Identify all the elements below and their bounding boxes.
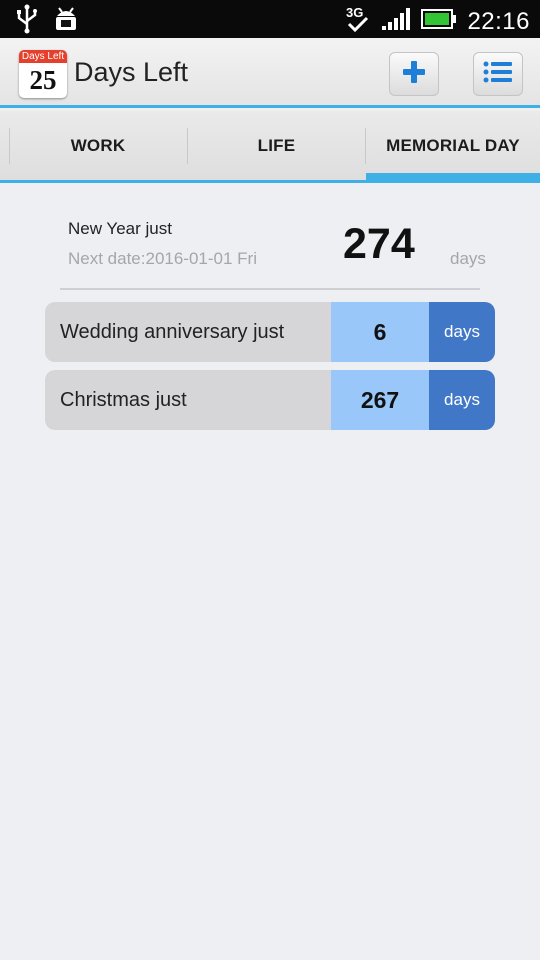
category-tabs: WORK LIFE MEMORIAL DAY xyxy=(0,111,540,183)
featured-days-count: 274 xyxy=(343,220,415,268)
featured-countdown[interactable]: New Year just Next date:2016-01-01 Fri 2… xyxy=(60,200,486,290)
event-days-unit: days xyxy=(429,302,495,362)
app-logo: Days Left 25 xyxy=(19,50,67,98)
list-icon xyxy=(483,60,513,89)
app-logo-label: Days Left xyxy=(19,50,67,63)
app-bar: Days Left 25 Days Left xyxy=(0,38,540,108)
event-days-count: 6 xyxy=(331,302,429,362)
status-bar: 3G 22:16 xyxy=(0,0,540,38)
battery-icon xyxy=(421,9,457,34)
signal-icon xyxy=(381,7,411,36)
featured-days-unit: days xyxy=(450,249,486,268)
tab-life[interactable]: LIFE xyxy=(188,111,365,180)
page-title: Days Left xyxy=(74,57,189,87)
plus-icon xyxy=(402,60,426,89)
usb-icon xyxy=(14,4,40,39)
clock: 22:16 xyxy=(467,7,530,35)
list-menu-button[interactable] xyxy=(473,52,523,96)
featured-next-date: Next date:2016-01-01 Fri xyxy=(68,249,257,268)
event-label: Wedding anniversary just xyxy=(45,302,331,362)
selected-tab-indicator xyxy=(366,173,540,180)
tab-memorial-day[interactable]: MEMORIAL DAY xyxy=(366,111,540,180)
featured-title: New Year just xyxy=(68,219,172,238)
list-item[interactable]: Christmas just 267 days xyxy=(45,370,495,430)
event-label: Christmas just xyxy=(45,370,331,430)
app-logo-number: 25 xyxy=(29,65,57,95)
list-item[interactable]: Wedding anniversary just 6 days xyxy=(45,302,495,362)
event-days-count: 267 xyxy=(331,370,429,430)
event-days-unit: days xyxy=(429,370,495,430)
android-debug-icon xyxy=(52,4,80,39)
network-3g-icon: 3G xyxy=(345,4,371,39)
tab-work[interactable]: WORK xyxy=(10,111,186,180)
add-button[interactable] xyxy=(389,52,439,96)
svg-text:3G: 3G xyxy=(346,5,363,20)
